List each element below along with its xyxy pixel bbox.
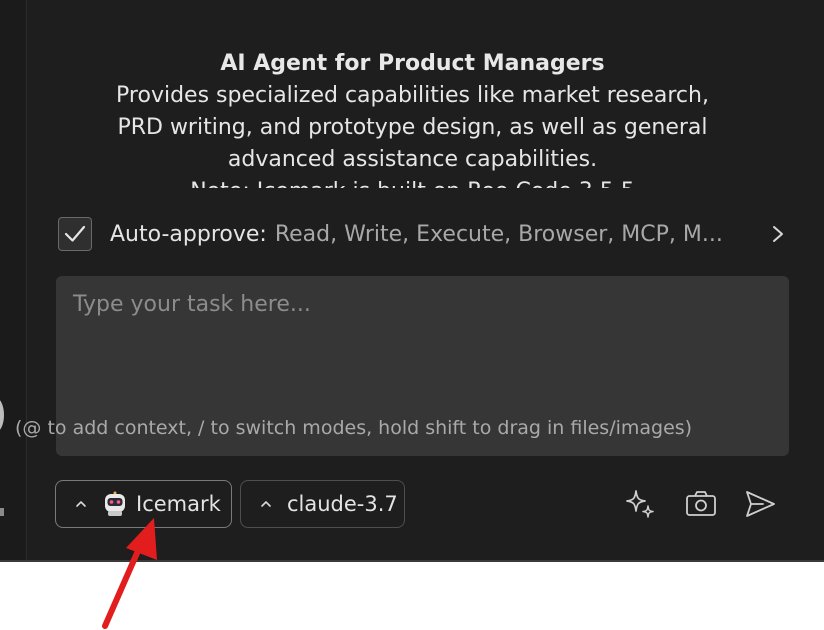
chevron-right-icon[interactable] [768, 224, 788, 244]
description-line: PRD writing, and prototype design, as we… [117, 115, 708, 140]
description-line: Provides specialized capabilities like m… [116, 83, 709, 108]
task-input[interactable] [56, 276, 789, 376]
left-sidebar-strip [0, 0, 27, 562]
agent-description: AI Agent for Product Managers Provides s… [60, 48, 765, 188]
caret-up-icon [261, 501, 271, 507]
annotation-arrow-icon [102, 518, 157, 629]
sparkle-icon[interactable] [623, 487, 657, 521]
model-selector-button[interactable]: claude-3.7 [240, 480, 405, 528]
task-hint: (@ to add context, / to switch modes, ho… [15, 417, 693, 439]
agent-title: AI Agent for Product Managers [220, 51, 605, 76]
caret-up-icon [76, 501, 86, 507]
model-label: claude-3.7 [287, 492, 398, 516]
chat-panel: AI Agent for Product Managers Provides s… [0, 0, 824, 562]
camera-icon[interactable] [684, 487, 718, 521]
description-line: advanced assistance capabilities. [227, 147, 598, 172]
auto-approve-value: Read, Write, Execute, Browser, MCP, M... [274, 221, 723, 247]
description-line: Note: Icemark is built on Roo Code 3.5.5 [60, 176, 765, 188]
auto-approve-label: Auto-approve: [110, 221, 267, 247]
avatar [0, 398, 4, 432]
check-icon [64, 225, 86, 242]
send-icon[interactable] [743, 487, 777, 521]
auto-approve-row[interactable]: Auto-approve: Read, Write, Execute, Brow… [58, 215, 788, 253]
sidebar-handle [0, 508, 4, 516]
auto-approve-checkbox[interactable] [58, 217, 92, 251]
